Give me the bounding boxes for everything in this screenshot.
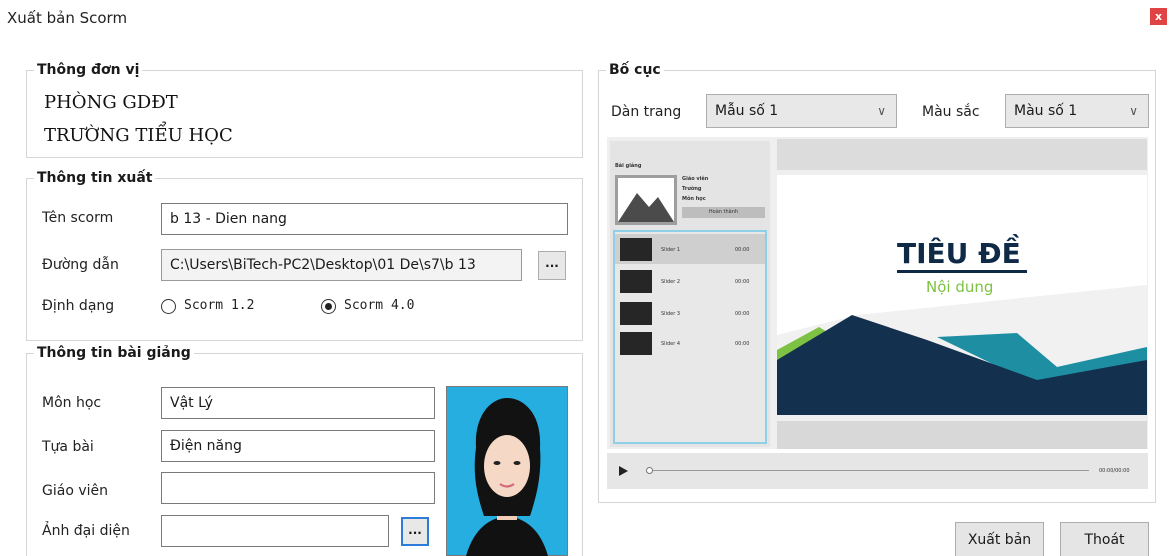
progress-knob — [646, 467, 653, 474]
lesson-title-label: Tựa bài — [42, 439, 94, 455]
preview-info-school: Trường — [682, 186, 702, 192]
close-button[interactable]: x — [1150, 8, 1167, 25]
scorm-1-2-label[interactable]: Scorm 1.2 — [184, 298, 254, 313]
preview-slide-thumb — [620, 332, 652, 355]
preview-slide-row: Slider 3 00:00 — [615, 298, 765, 328]
scorm-1-2-radio[interactable] — [161, 299, 176, 314]
scorm-name-label: Tên scorm — [42, 210, 114, 226]
teacher-label: Giáo viên — [42, 483, 108, 499]
subject-input[interactable]: Vật Lý — [161, 387, 435, 419]
lesson-title-input[interactable]: Điện năng — [161, 430, 435, 462]
preview-slide-thumb — [620, 238, 652, 261]
preview-slide-title: TIÊU ĐỀ — [897, 237, 1021, 270]
preview-slide-row: Slider 1 00:00 — [615, 234, 765, 264]
preview-slide-title-underline — [897, 270, 1027, 273]
subject-label: Môn học — [42, 395, 102, 411]
color-label: Màu sắc — [922, 104, 980, 120]
preview-slide-thumb — [620, 302, 652, 325]
scorm-name-input[interactable]: b 13 - Dien nang — [161, 203, 568, 235]
avatar-label: Ảnh đại diện — [42, 523, 130, 539]
path-browse-button[interactable]: ... — [538, 251, 566, 280]
layout-preview: Bài giảng Giáo viên Trường Môn học Hoàn … — [607, 137, 1148, 449]
preview-info-teacher: Giáo viên — [682, 176, 709, 182]
preview-thumbnail-image — [615, 175, 677, 225]
preview-slide-name: Slider 3 — [661, 311, 681, 317]
unit-info-legend: Thông đơn vị — [37, 62, 140, 78]
teacher-input[interactable] — [161, 472, 435, 504]
format-label: Định dạng — [42, 298, 115, 314]
preview-complete-button: Hoàn thành — [682, 207, 765, 218]
preview-slide-time: 00:00 — [735, 341, 750, 347]
path-input[interactable]: C:\Users\BiTech-PC2\Desktop\01 De\s7\b 1… — [161, 249, 522, 281]
color-select[interactable]: Màu số 1 ∨ — [1005, 94, 1149, 128]
preview-slide-time: 00:00 — [735, 311, 750, 317]
progress-track — [649, 470, 1089, 471]
path-label: Đường dẫn — [42, 257, 119, 273]
export-info-legend: Thông tin xuất — [37, 170, 153, 186]
window-title: Xuất bản Scorm — [7, 9, 128, 27]
unit-line-2: TRƯỜNG TIỂU HỌC — [44, 125, 233, 146]
lesson-info-legend: Thông tin bài giảng — [37, 345, 191, 361]
export-button[interactable]: Xuất bản — [955, 522, 1044, 556]
preview-slide-subtitle: Nội dung — [926, 278, 994, 296]
page-layout-select[interactable]: Mẫu số 1 ∨ — [706, 94, 897, 128]
preview-top-bar — [777, 139, 1147, 170]
preview-sidebar: Bài giảng Giáo viên Trường Môn học Hoàn … — [610, 141, 770, 447]
preview-slide-name: Slider 2 — [661, 279, 681, 285]
preview-slide-name: Slider 1 — [661, 247, 681, 253]
play-icon — [619, 466, 628, 476]
avatar-photo — [446, 386, 568, 556]
page-layout-value: Mẫu số 1 — [715, 103, 779, 119]
preview-player-bar: 00:00/00:00 — [607, 453, 1148, 489]
chevron-down-icon: ∨ — [1129, 104, 1138, 118]
preview-slide-name: Slider 4 — [661, 341, 681, 347]
time-readout: 00:00/00:00 — [1099, 468, 1130, 474]
preview-slide-thumb — [620, 270, 652, 293]
preview-slide-list: Slider 1 00:00 Slider 2 00:00 Slider 3 0… — [613, 230, 767, 444]
preview-slide-row: Slider 2 00:00 — [615, 266, 765, 296]
scorm-4-0-label[interactable]: Scorm 4.0 — [344, 298, 414, 313]
preview-slide-time: 00:00 — [735, 247, 750, 253]
avatar-input[interactable] — [161, 515, 389, 547]
page-layout-label: Dàn trang — [611, 104, 682, 120]
preview-slide-row: Slider 4 00:00 — [615, 328, 765, 358]
preview-sidebar-title: Bài giảng — [615, 163, 642, 169]
layout-legend: Bố cục — [609, 62, 661, 78]
chevron-down-icon: ∨ — [877, 104, 886, 118]
preview-slide-time: 00:00 — [735, 279, 750, 285]
exit-button[interactable]: Thoát — [1060, 522, 1149, 556]
preview-info-subject: Môn học — [682, 196, 706, 202]
color-value: Màu số 1 — [1014, 103, 1078, 119]
avatar-browse-button[interactable]: ... — [401, 517, 429, 546]
scorm-4-0-radio[interactable] — [321, 299, 336, 314]
unit-line-1: PHÒNG GDĐT — [44, 92, 178, 113]
preview-bottom-strip — [777, 421, 1147, 449]
